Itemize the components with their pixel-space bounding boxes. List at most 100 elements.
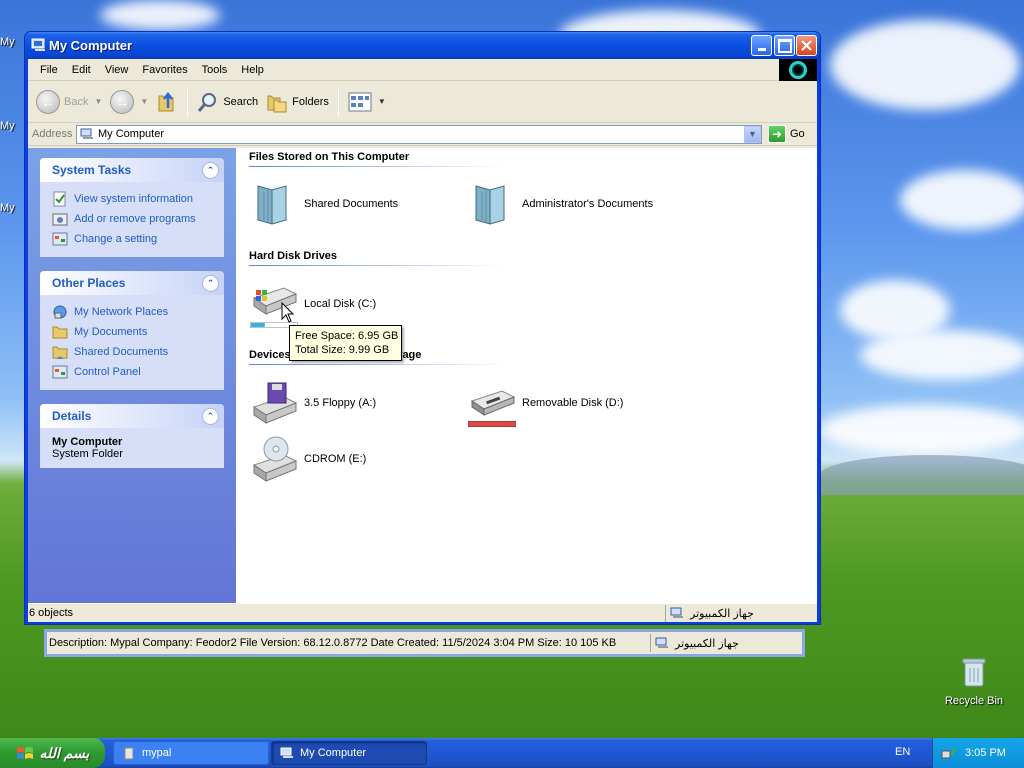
mypal-icon [124, 747, 134, 759]
computer-icon [655, 637, 668, 648]
go-label: Go [790, 128, 805, 140]
collapse-icon[interactable]: ⌃ [202, 274, 219, 292]
search-label: Search [223, 95, 259, 108]
add-remove-programs-link[interactable]: Add or remove programs [52, 209, 214, 229]
collapse-icon[interactable]: ⌃ [202, 407, 219, 425]
change-setting-link[interactable]: Change a setting [52, 229, 214, 249]
add-remove-programs-icon [52, 213, 68, 226]
search-button[interactable]: Search [193, 89, 262, 115]
file-description-bar: Description: Mypal Company: Feodor2 File… [44, 629, 805, 657]
system-tasks-panel: System Tasks ⌃ View system information A… [40, 158, 224, 257]
collapse-icon[interactable]: ⌃ [202, 161, 219, 179]
address-value: My Computer [98, 128, 165, 140]
documents-folder-icon [52, 326, 68, 339]
other-places-header[interactable]: Other Places ⌃ [40, 271, 224, 295]
task-label: My Computer [300, 747, 367, 759]
start-button[interactable]: بسم الله [0, 738, 105, 768]
group-header-files-stored: Files Stored on This Computer [249, 151, 507, 167]
file-description: Description: Mypal Company: Feodor2 File… [49, 637, 617, 649]
system-tasks-header[interactable]: System Tasks ⌃ [40, 158, 224, 182]
panel-title: Details [52, 409, 92, 423]
menu-file[interactable]: File [33, 62, 65, 78]
minimize-button[interactable] [751, 35, 772, 56]
go-arrow-icon: ➜ [768, 125, 786, 143]
task-pane: System Tasks ⌃ View system information A… [28, 148, 236, 603]
address-input[interactable]: My Computer ▼ [76, 124, 762, 144]
folders-icon [267, 95, 287, 112]
removable-disk-icon [470, 390, 516, 416]
up-folder-button[interactable] [152, 88, 182, 116]
disk-space-tooltip: Free Space: 6.95 GB Total Size: 9.99 GB [289, 325, 402, 361]
back-button[interactable]: ← Back ▼ [32, 88, 106, 116]
tooltip-free-space: Free Space: 6.95 GB [295, 330, 399, 342]
computer-icon [31, 38, 45, 51]
task-label: mypal [142, 747, 172, 759]
administrators-documents-item[interactable]: Administrator's Documents [468, 180, 653, 228]
taskbar: بسم الله mypal My Computer EN 3:05 PM [0, 738, 1024, 768]
group-header-hard-disks: Hard Disk Drives [249, 250, 507, 266]
close-button[interactable] [796, 35, 817, 56]
shared-documents-link[interactable]: Shared Documents [52, 342, 214, 362]
language-indicator[interactable]: EN [895, 746, 910, 758]
removable-disk-d-item[interactable]: Removable Disk (D:) [468, 379, 623, 427]
address-dropdown-button[interactable]: ▼ [744, 125, 761, 143]
panel-title: Other Places [52, 276, 126, 290]
maximize-button[interactable] [774, 35, 795, 56]
chevron-down-icon: ▼ [94, 97, 103, 106]
control-panel-icon [52, 232, 68, 246]
my-network-places-link[interactable]: My Network Places [52, 302, 214, 322]
menu-help[interactable]: Help [234, 62, 271, 78]
shared-folder-icon [52, 346, 68, 359]
shared-documents-item[interactable]: Shared Documents [250, 180, 398, 228]
folders-button[interactable]: Folders [262, 89, 333, 115]
search-icon [198, 92, 217, 112]
recycle-bin[interactable]: Recycle Bin [938, 656, 1010, 707]
content-area: System Tasks ⌃ View system information A… [28, 148, 817, 603]
back-arrow-icon: ← [36, 89, 60, 114]
menu-tools[interactable]: Tools [195, 62, 235, 78]
details-name: My Computer [52, 436, 123, 448]
object-count: 6 objects [29, 607, 74, 619]
control-panel-link[interactable]: Control Panel [52, 362, 214, 382]
windows-flag-icon [16, 747, 33, 759]
desktop-icon-label[interactable]: My [0, 120, 26, 132]
details-header[interactable]: Details ⌃ [40, 404, 224, 428]
toolbar-separator [337, 86, 339, 117]
details-type: System Folder [52, 448, 123, 460]
my-documents-link[interactable]: My Documents [52, 322, 214, 342]
menu-view[interactable]: View [98, 62, 136, 78]
menu-favorites[interactable]: Favorites [135, 62, 194, 78]
forward-button[interactable]: → ▼ [106, 88, 152, 116]
folder-up-icon [158, 91, 174, 111]
documents-folder-icon [475, 185, 505, 225]
zone-label: جهاز الكمبيوتر [675, 637, 739, 650]
taskbar-item-my-computer[interactable]: My Computer [271, 741, 427, 765]
desktop-icon-label[interactable]: My [0, 202, 26, 214]
taskbar-item-mypal[interactable]: mypal [113, 741, 269, 765]
system-information-icon [53, 191, 66, 207]
view-system-information-link[interactable]: View system information [52, 189, 214, 209]
network-tray-icon[interactable] [941, 745, 957, 761]
views-button[interactable]: ▼ [344, 90, 390, 114]
go-button[interactable]: ➜ Go [768, 125, 805, 143]
network-places-icon [53, 305, 67, 319]
chevron-down-icon: ▼ [140, 97, 149, 106]
removable-icon-wrap [468, 379, 516, 427]
item-label: Removable Disk (D:) [522, 397, 624, 409]
cdrom-e-item[interactable]: CDROM (E:) [250, 435, 366, 483]
system-tray: 3:05 PM [932, 738, 1024, 768]
standard-toolbar: ← Back ▼ → ▼ Search Folders ▼ [28, 81, 817, 123]
shared-documents-folder-icon [257, 185, 287, 225]
local-disk-c-item[interactable]: Local Disk (C:) [250, 280, 376, 328]
menu-edit[interactable]: Edit [65, 62, 98, 78]
clock[interactable]: 3:05 PM [965, 747, 1006, 759]
other-places-panel: Other Places ⌃ My Network Places My Docu… [40, 271, 224, 390]
floppy-a-item[interactable]: 3.5 Floppy (A:) [250, 379, 376, 427]
computer-icon [670, 607, 683, 618]
address-bar: Address My Computer ▼ ➜ Go [28, 123, 817, 146]
item-label: CDROM (E:) [304, 453, 367, 465]
file-view: Files Stored on This Computer Shared Doc… [236, 148, 817, 603]
desktop-icon-label[interactable]: My [0, 36, 26, 48]
title-bar[interactable]: My Computer [25, 32, 820, 59]
start-label: بسم الله [39, 744, 90, 761]
